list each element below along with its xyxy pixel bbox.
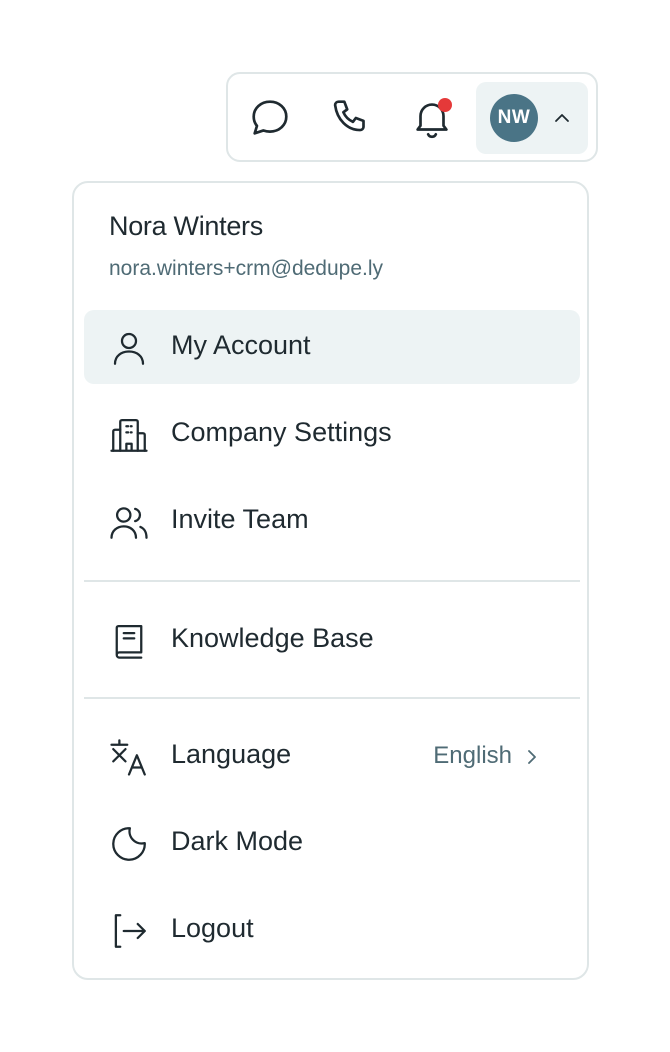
top-action-bar: NW bbox=[226, 72, 598, 162]
chevron-up-icon bbox=[555, 114, 569, 122]
menu-item-invite-team[interactable]: Invite Team bbox=[84, 484, 580, 558]
menu-item-label: My Account bbox=[171, 330, 311, 360]
bell-icon[interactable] bbox=[406, 92, 458, 144]
menu-item-label: Dark Mode bbox=[171, 826, 304, 856]
moon-icon bbox=[108, 823, 150, 865]
book-icon bbox=[108, 620, 150, 662]
user-icon bbox=[108, 327, 150, 369]
menu-item-label: Invite Team bbox=[171, 504, 309, 534]
menu-item-knowledge-base[interactable]: Knowledge Base bbox=[84, 603, 580, 677]
menu-item-label: Knowledge Base bbox=[171, 623, 374, 653]
menu-item-company-settings[interactable]: Company Settings bbox=[84, 397, 580, 471]
user-email: nora.winters+crm@dedupe.ly bbox=[109, 257, 384, 280]
user-name: Nora Winters bbox=[109, 211, 263, 241]
menu-item-label: Language bbox=[171, 739, 292, 769]
menu-item-language[interactable]: Language English bbox=[84, 719, 580, 793]
language-value: English bbox=[433, 742, 512, 769]
user-menu-trigger[interactable]: NW bbox=[476, 82, 588, 154]
menu-item-label: Logout bbox=[171, 913, 254, 943]
translate-icon bbox=[108, 736, 150, 778]
menu-item-dark-mode[interactable]: Dark Mode bbox=[84, 806, 580, 880]
menu-divider bbox=[84, 580, 580, 582]
phone-icon[interactable] bbox=[326, 92, 378, 144]
menu-item-label: Company Settings bbox=[171, 417, 392, 447]
user-dropdown-menu: Nora Winters nora.winters+crm@dedupe.ly … bbox=[72, 181, 589, 980]
menu-item-my-account[interactable]: My Account bbox=[84, 310, 580, 384]
avatar: NW bbox=[490, 94, 538, 142]
building-icon bbox=[108, 414, 150, 456]
notification-dot bbox=[438, 98, 452, 112]
users-icon bbox=[108, 501, 150, 543]
chevron-right-icon bbox=[528, 750, 536, 764]
menu-divider bbox=[84, 697, 580, 699]
logout-icon bbox=[108, 910, 150, 952]
chat-bubble-icon[interactable] bbox=[244, 92, 296, 144]
menu-item-logout[interactable]: Logout bbox=[84, 893, 580, 967]
